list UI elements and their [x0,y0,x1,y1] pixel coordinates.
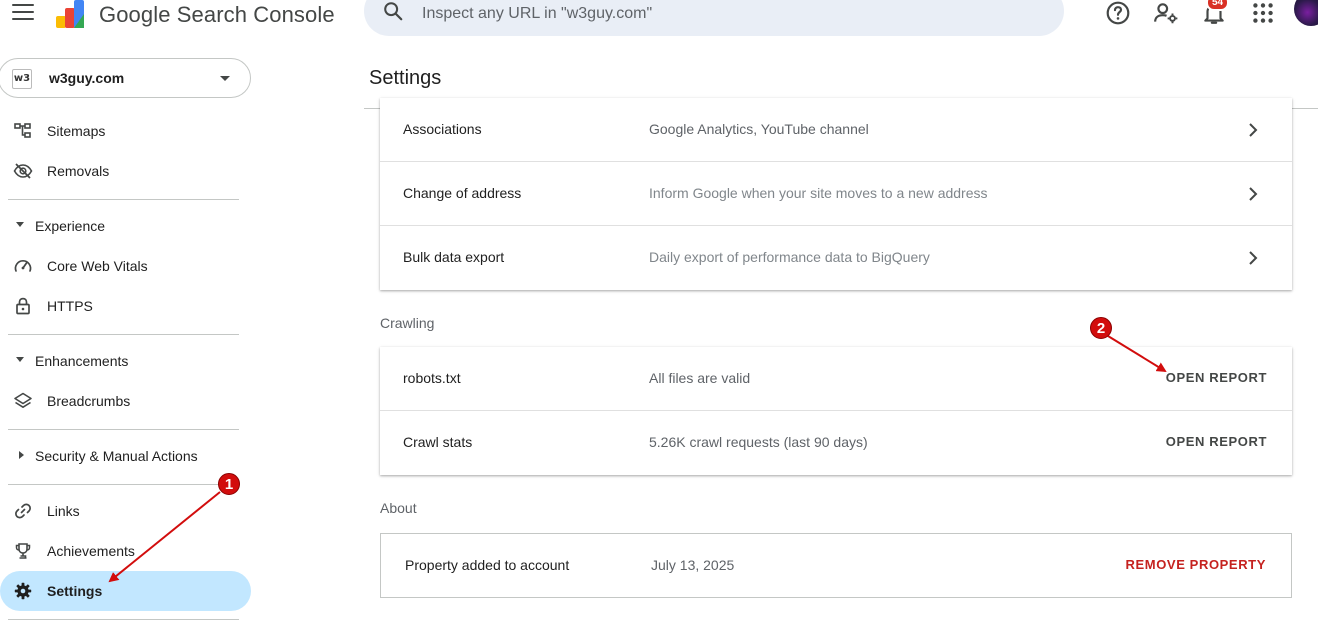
manage-users-icon[interactable] [1153,0,1179,26]
sidebar-section-label: Experience [35,218,106,234]
sidebar-item-https[interactable]: HTTPS [0,286,251,326]
sidebar-item-label: Settings [47,583,103,599]
product-name: Google Search Console [99,2,335,27]
settings-row-bulk-data-export[interactable]: Bulk data export Daily export of perform… [380,226,1292,290]
visibility-off-icon [13,163,33,179]
crawling-card: robots.txt All files are valid OPEN REPO… [380,347,1292,475]
annotation-marker-2: 2 [1090,317,1112,339]
account-avatar[interactable] [1294,0,1318,26]
notification-count-badge: 54 [1206,0,1230,11]
apps-grid-icon[interactable] [1250,0,1276,26]
sidebar-item-label: Breadcrumbs [47,393,131,409]
row-label: Associations [403,121,482,137]
gear-icon [14,582,32,600]
chevron-right-icon[interactable] [1248,250,1258,266]
sidebar-item-sitemaps[interactable]: Sitemaps [0,111,251,151]
sidebar-section-experience[interactable]: Experience [0,206,251,246]
sidebar-divider [8,484,239,485]
caret-down-icon [16,357,24,362]
speed-gauge-icon [14,260,32,272]
search-input[interactable] [422,3,1022,25]
remove-property-button[interactable]: REMOVE PROPERTY [1126,557,1266,572]
settings-row-crawl-stats: Crawl stats 5.26K crawl requests (last 9… [380,411,1292,475]
sidebar-section-enhancements[interactable]: Enhancements [0,341,251,381]
sidebar-section-security[interactable]: Security & Manual Actions [0,436,251,476]
property-selector[interactable]: w3 w3guy.com [0,58,251,98]
section-heading-about: About [380,500,417,516]
row-value: Inform Google when your site moves to a … [649,185,988,201]
link-icon [15,503,31,519]
search-console-logo[interactable] [54,0,90,30]
row-label: Change of address [403,185,522,201]
sidebar-divider [8,199,239,200]
open-report-button[interactable]: OPEN REPORT [1166,370,1267,385]
open-report-button[interactable]: OPEN REPORT [1166,434,1267,449]
sidebar-item-label: Achievements [47,543,135,559]
sidebar-item-links[interactable]: Links [0,491,251,531]
sidebar-item-label: Removals [47,163,110,179]
sidebar-section-label: Security & Manual Actions [35,448,198,464]
main-menu-icon[interactable] [12,4,34,22]
sidebar-section-label: Enhancements [35,353,129,369]
sidebar-item-core-web-vitals[interactable]: Core Web Vitals [0,246,251,286]
chevron-down-icon [220,76,230,81]
property-favicon: w3 [12,69,32,89]
sidebar-item-settings[interactable]: Settings [0,571,251,611]
row-label: robots.txt [403,370,461,386]
settings-row-robots-txt: robots.txt All files are valid OPEN REPO… [380,347,1292,411]
caret-right-icon [19,451,24,459]
trophy-icon [15,543,31,559]
settings-row-associations[interactable]: Associations Google Analytics, YouTube c… [380,98,1292,162]
page-title: Settings [369,67,442,89]
section-heading-crawling: Crawling [380,315,435,331]
caret-down-icon [16,222,24,227]
row-label: Crawl stats [403,434,473,450]
url-inspection-search[interactable] [364,0,1064,36]
row-value: Daily export of performance data to BigQ… [649,249,930,265]
layers-icon [14,392,32,408]
chevron-right-icon[interactable] [1248,122,1258,138]
about-card: Property added to account July 13, 2025 … [380,533,1292,598]
sidebar-divider [8,619,239,620]
annotation-marker-1: 1 [218,473,240,495]
settings-row-change-of-address[interactable]: Change of address Inform Google when you… [380,162,1292,226]
sidebar-item-label: HTTPS [47,298,93,314]
lock-icon [16,297,30,315]
settings-row-property-added: Property added to account July 13, 2025 … [381,534,1291,598]
sidebar-item-removals[interactable]: Removals [0,151,251,191]
property-name: w3guy.com [49,70,125,86]
row-value: Google Analytics, YouTube channel [649,121,869,137]
sitemap-icon [14,123,31,138]
row-label: Property added to account [405,557,570,573]
general-settings-card: Associations Google Analytics, YouTube c… [380,98,1292,290]
sidebar-item-label: Sitemaps [47,123,106,139]
help-icon[interactable] [1105,0,1131,26]
row-value: 5.26K crawl requests (last 90 days) [649,434,868,450]
row-value: All files are valid [649,370,751,386]
sidebar-divider [8,334,239,335]
chevron-right-icon[interactable] [1248,186,1258,202]
search-icon[interactable] [382,0,404,22]
row-label: Bulk data export [403,249,505,265]
sidebar-divider [8,429,239,430]
sidebar-item-label: Core Web Vitals [47,258,148,274]
row-value: July 13, 2025 [651,557,735,573]
sidebar-item-achievements[interactable]: Achievements [0,531,251,571]
sidebar-item-label: Links [47,503,80,519]
sidebar-item-breadcrumbs[interactable]: Breadcrumbs [0,381,251,421]
top-app-bar: Google Search Console 54 [0,0,1318,48]
